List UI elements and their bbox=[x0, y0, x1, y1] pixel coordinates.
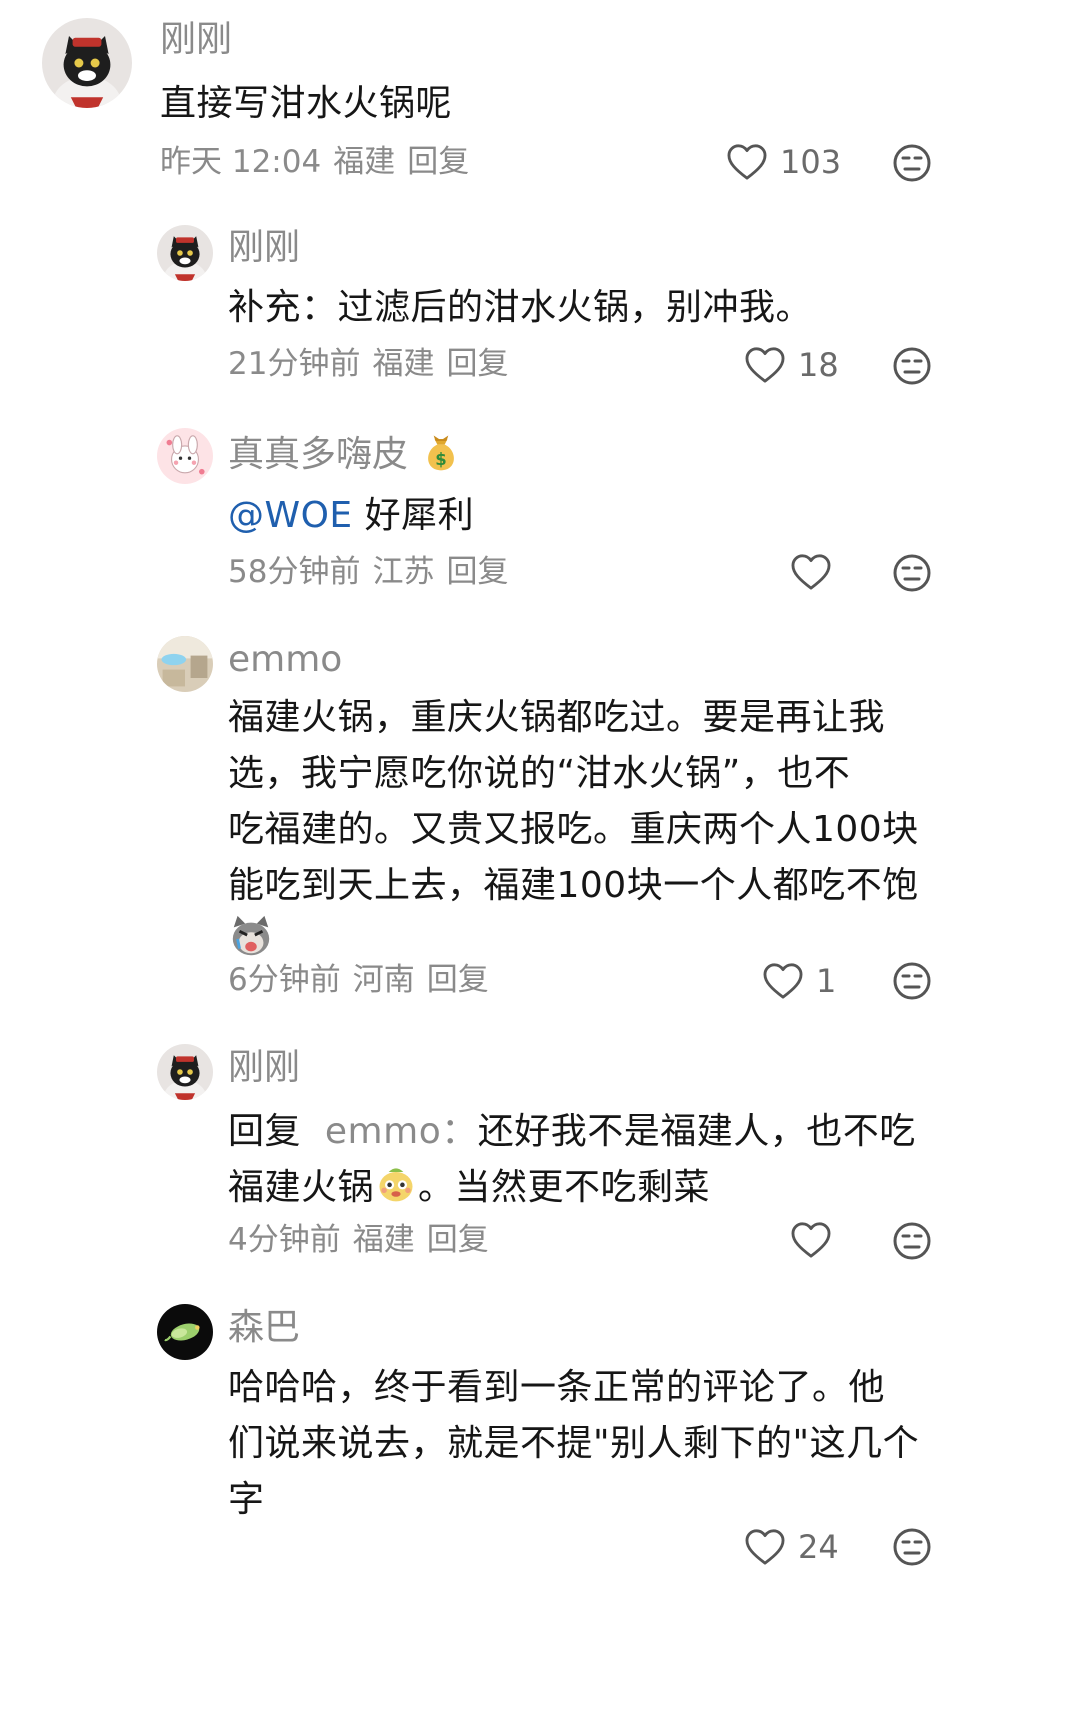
comment-text: 直接写泔水火锅呢 bbox=[160, 76, 452, 132]
heart-icon bbox=[790, 553, 832, 591]
like-button[interactable]: 18 bbox=[744, 345, 839, 385]
comment-line: 吃福建的。又贵又报吃。重庆两个人100块 bbox=[228, 809, 919, 850]
timestamp: 6分钟前 bbox=[228, 962, 341, 998]
comment-line: 直接写泔水火锅呢 bbox=[160, 83, 453, 124]
comment-line: 选，我宁愿吃你说的“泔水火锅”，也不 bbox=[228, 753, 851, 794]
dislike-icon[interactable] bbox=[892, 346, 932, 386]
username[interactable]: 真真多嗨皮 bbox=[228, 430, 463, 477]
comment-text: 回复 emmo：还好我不是福建人，也不吃 福建火锅 。当然更不吃剩菜 bbox=[228, 1104, 916, 1216]
username-text: 真真多嗨皮 bbox=[228, 434, 409, 475]
comment-text-part: 福建火锅 bbox=[228, 1167, 375, 1208]
username[interactable]: emmo bbox=[228, 638, 342, 682]
blue-room-avatar-image bbox=[157, 636, 213, 692]
like-count: 1 bbox=[816, 962, 837, 1000]
like-count: 103 bbox=[780, 143, 842, 181]
username[interactable]: 森巴 bbox=[228, 1306, 300, 1350]
avatar[interactable] bbox=[157, 1044, 213, 1100]
username[interactable]: 刚刚 bbox=[228, 226, 300, 270]
username[interactable]: 刚刚 bbox=[228, 1046, 300, 1090]
username[interactable]: 刚刚 bbox=[160, 18, 232, 62]
dislike-icon[interactable] bbox=[892, 1527, 932, 1567]
heart-icon bbox=[744, 1528, 786, 1566]
location: 河南 bbox=[352, 962, 415, 998]
dislike-icon[interactable] bbox=[892, 143, 932, 183]
comment-line: 回复 emmo：还好我不是福建人，也不吃 bbox=[228, 1104, 916, 1160]
like-button[interactable]: 1 bbox=[762, 961, 836, 1001]
like-button[interactable] bbox=[790, 553, 832, 591]
reply-button[interactable]: 回复 bbox=[427, 1222, 489, 1258]
comment-text: 福建火锅，重庆火锅都吃过。要是再让我 选，我宁愿吃你说的“泔水火锅”，也不 吃福… bbox=[228, 690, 919, 971]
comment-meta: 昨天 12:04 福建 回复 bbox=[160, 142, 481, 182]
avatar[interactable] bbox=[157, 225, 213, 281]
yellow-face-icon bbox=[374, 1161, 418, 1205]
mention-link[interactable]: @WOE bbox=[228, 495, 353, 536]
comment-text-after: 好犀利 bbox=[364, 495, 475, 536]
avatar[interactable] bbox=[42, 18, 132, 108]
reply-button[interactable]: 回复 bbox=[407, 144, 469, 180]
cat-avatar-image bbox=[157, 1044, 213, 1100]
heart-icon bbox=[762, 962, 804, 1000]
comment-line: 能吃到天上去，福建100块一个人都吃不饱 bbox=[228, 865, 919, 906]
like-count: 18 bbox=[798, 346, 839, 384]
reply-button[interactable]: 回复 bbox=[446, 346, 508, 382]
comment-line: @WOE 好犀利 bbox=[228, 488, 474, 544]
comment-text: 补充：过滤后的泔水火锅，别冲我。 bbox=[228, 280, 812, 336]
avatar[interactable] bbox=[157, 636, 213, 692]
comment-line: 哈哈哈，终于看到一条正常的评论了。他 bbox=[228, 1367, 886, 1408]
comment-text: @WOE 好犀利 bbox=[228, 488, 474, 544]
comment-text: 哈哈哈，终于看到一条正常的评论了。他 们说来说去，就是不提"别人剩下的"这几个 … bbox=[228, 1360, 919, 1528]
comment-line: 们说来说去，就是不提"别人剩下的"这几个 bbox=[228, 1423, 920, 1464]
reply-button[interactable]: 回复 bbox=[446, 554, 508, 590]
like-count: 24 bbox=[798, 1528, 839, 1566]
location: 江苏 bbox=[372, 554, 435, 590]
avatar[interactable] bbox=[157, 1304, 213, 1360]
green-bird-avatar-image bbox=[157, 1304, 213, 1360]
timestamp: 4分钟前 bbox=[228, 1222, 341, 1258]
comment-meta: 58分钟前 江苏 回复 bbox=[228, 552, 520, 592]
crying-cat-icon bbox=[228, 914, 274, 960]
money-bag-icon bbox=[419, 430, 463, 474]
cat-avatar-image bbox=[42, 18, 132, 108]
heart-icon bbox=[744, 346, 786, 384]
cat-avatar-image bbox=[157, 225, 213, 281]
like-button[interactable]: 103 bbox=[726, 142, 841, 182]
comment-line: 福建火锅，重庆火锅都吃过。要是再让我 bbox=[228, 697, 886, 738]
comment-line: 字 bbox=[228, 1479, 265, 1520]
dislike-icon[interactable] bbox=[892, 553, 932, 593]
heart-icon bbox=[726, 143, 768, 181]
comment-meta: 21分钟前 福建 回复 bbox=[228, 344, 520, 384]
pink-bunny-avatar-image bbox=[157, 428, 213, 484]
timestamp: 21分钟前 bbox=[228, 346, 361, 382]
comment-line: 福建火锅 。当然更不吃剩菜 bbox=[228, 1160, 916, 1216]
reply-prefix: 回复 bbox=[228, 1111, 302, 1152]
dislike-icon[interactable] bbox=[892, 1221, 932, 1261]
location: 福建 bbox=[352, 1222, 415, 1258]
timestamp: 58分钟前 bbox=[228, 554, 361, 590]
reply-button[interactable]: 回复 bbox=[427, 962, 489, 998]
comment-meta: 4分钟前 福建 回复 bbox=[228, 1220, 501, 1260]
reply-colon: ： bbox=[441, 1111, 478, 1152]
like-button[interactable] bbox=[790, 1221, 832, 1259]
location: 福建 bbox=[333, 144, 396, 180]
heart-icon bbox=[790, 1221, 832, 1259]
location: 福建 bbox=[372, 346, 435, 382]
comment-line: 补充：过滤后的泔水火锅，别冲我。 bbox=[228, 287, 813, 328]
timestamp: 昨天 12:04 bbox=[160, 144, 322, 180]
like-button[interactable]: 24 bbox=[744, 1527, 839, 1567]
avatar[interactable] bbox=[157, 428, 213, 484]
comment-meta: 6分钟前 河南 回复 bbox=[228, 960, 501, 1000]
comment-text-part: 还好我不是福建人，也不吃 bbox=[477, 1111, 916, 1152]
reply-target-name[interactable]: emmo bbox=[325, 1111, 441, 1152]
comment-text-part: 。当然更不吃剩菜 bbox=[418, 1167, 711, 1208]
dislike-icon[interactable] bbox=[892, 961, 932, 1001]
